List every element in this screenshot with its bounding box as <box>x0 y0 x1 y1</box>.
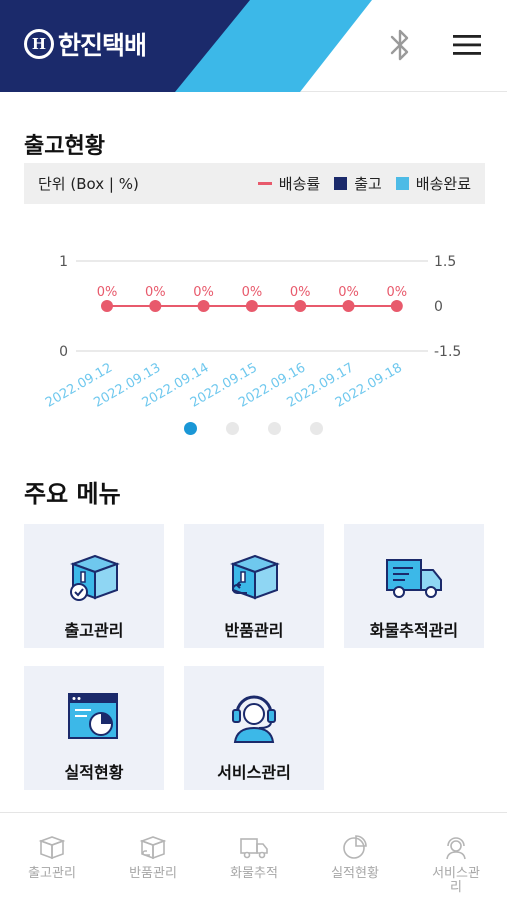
delivery-rate-point <box>342 300 355 312</box>
menu-card-label: 반품관리 <box>224 621 284 640</box>
data-label: 0% <box>338 285 359 300</box>
delivery-rate-point <box>245 300 258 312</box>
logo-text: 한진택배 <box>58 31 147 60</box>
bottom-nav-label: 출고관리 <box>28 866 76 881</box>
bottom-nav-service[interactable]: 서비스관리 <box>406 813 506 900</box>
delivery-rate-point <box>294 300 307 312</box>
chart-pager <box>184 422 352 435</box>
bottom-nav-performance[interactable]: 실적현황 <box>305 813 405 900</box>
data-label: 0% <box>386 285 407 300</box>
left-axis-tick: 1 <box>59 254 68 270</box>
delivery-rate-point <box>149 300 162 312</box>
main-menu-title: 주요 메뉴 <box>24 480 121 508</box>
bottom-nav-label: 반품관리 <box>129 866 177 881</box>
data-label: 0% <box>242 285 263 300</box>
right-axis-tick: 1.5 <box>434 254 456 270</box>
hanjin-logo[interactable]: H 한진택배 <box>24 26 147 62</box>
menu-card-service[interactable]: 서비스관리 <box>184 666 324 790</box>
pager-dot[interactable] <box>226 422 239 435</box>
pager-dot[interactable] <box>310 422 323 435</box>
pie-chart-icon <box>343 835 367 859</box>
data-label: 0% <box>145 285 166 300</box>
menu-card-label: 서비스관리 <box>217 763 291 782</box>
legend-shipped[interactable]: 출고 <box>334 173 382 194</box>
legend-box-swatch <box>395 177 409 190</box>
bottom-navigation: 출고관리 반품관리 화물추적 실적현황 서비스관리 <box>0 812 507 900</box>
shipment-chart: 101.50-1.52022.09.122022.09.132022.09.14… <box>43 254 461 411</box>
pager-dot[interactable] <box>268 422 281 435</box>
bottom-nav-label: 화물추적 <box>230 866 278 881</box>
data-label: 0% <box>290 285 311 300</box>
headset-icon <box>232 695 276 743</box>
chart-legend-bar: 단위 (Box | %) 배송률 출고 배송완료 <box>24 163 485 204</box>
legend-label: 출고 <box>354 175 382 193</box>
menu-card-tracking[interactable]: 화물추적관리 <box>344 524 484 648</box>
menu-card-shipment[interactable]: 출고관리 <box>24 524 164 648</box>
unit-label: 단위 (Box | %) <box>38 175 139 193</box>
legend-label: 배송률 <box>278 175 321 193</box>
headset-icon <box>446 837 466 860</box>
left-axis-tick: 0 <box>59 344 68 360</box>
truck-icon <box>240 838 268 859</box>
legend-box-swatch <box>334 177 348 190</box>
menu-card-performance[interactable]: 실적현황 <box>24 666 164 790</box>
bottom-nav-return[interactable]: 반품관리 <box>103 813 203 900</box>
right-axis-tick: -1.5 <box>434 344 461 360</box>
box-check-icon <box>70 554 120 601</box>
hamburger-menu-icon[interactable] <box>452 34 482 56</box>
legend-line-swatch <box>257 182 272 185</box>
truck-icon <box>386 559 442 598</box>
menu-card-label: 화물추적관리 <box>369 621 459 640</box>
bottom-nav-tracking[interactable]: 화물추적 <box>204 813 304 900</box>
shipment-status-title: 출고현황 <box>24 134 105 159</box>
legend-delivered[interactable]: 배송완료 <box>395 173 471 194</box>
logo-mark: H <box>24 29 54 59</box>
delivery-rate-point <box>197 300 210 312</box>
menu-card-return[interactable]: 반품관리 <box>184 524 324 648</box>
bottom-nav-label: 실적현황 <box>331 866 379 881</box>
box-return-icon <box>230 554 280 600</box>
bottom-nav-label: 서비스관리 <box>432 866 480 895</box>
menu-card-label: 실적현황 <box>64 763 124 782</box>
data-label: 0% <box>97 285 118 300</box>
legend-label: 배송완료 <box>415 175 471 193</box>
data-label: 0% <box>193 285 214 300</box>
bottom-nav-shipment[interactable]: 출고관리 <box>2 813 102 900</box>
menu-card-label: 출고관리 <box>64 621 124 640</box>
right-axis-tick: 0 <box>434 299 443 315</box>
delivery-rate-point <box>101 300 113 312</box>
delivery-rate-point <box>390 300 403 312</box>
box-icon <box>38 836 66 860</box>
pager-dot[interactable] <box>184 422 197 435</box>
legend-delivery-rate[interactable]: 배송률 <box>257 173 321 194</box>
report-chart-icon <box>68 693 118 739</box>
app-header: H 한진택배 <box>0 0 507 92</box>
box-return-icon <box>139 836 167 860</box>
bluetooth-icon[interactable] <box>387 28 413 62</box>
